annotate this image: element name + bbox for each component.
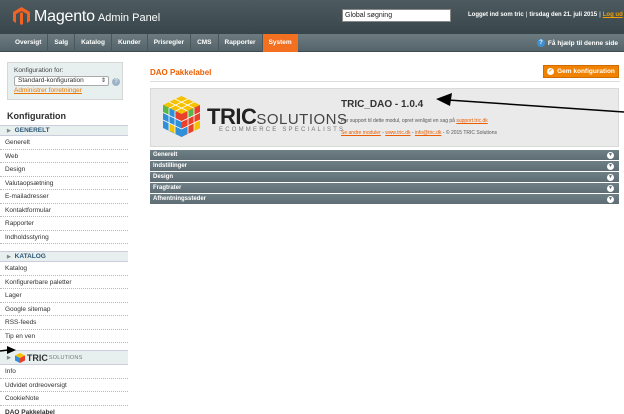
tric-cube-icon (162, 96, 201, 137)
scope-value: Standard-konfiguration (18, 77, 84, 84)
sidebar-item-rapporter[interactable]: Rapporter (0, 217, 128, 231)
scope-select[interactable]: Standard-konfiguration ⇕ (14, 76, 109, 86)
logout-link[interactable]: Log ud (603, 12, 623, 18)
brand-big: TRIC (207, 104, 257, 129)
brand-small: SOLUTIONS (256, 111, 348, 128)
scope-help-icon[interactable]: ? (112, 78, 120, 86)
brand-tagline: ECOMMERCE SPECIALISTS (219, 127, 346, 133)
tric-logo-small: TRIC SOLUTIONS (14, 351, 83, 365)
section-label: Fragtrater (153, 185, 182, 191)
module-info-box: TRICSOLUTIONS ECOMMERCE SPECIALISTS TRIC… (150, 88, 619, 147)
save-icon: ✓ (547, 68, 555, 75)
section-indstillinger[interactable]: Indstillinger ▼ (150, 161, 619, 171)
copyright: © 2015 TRIC Solutions (445, 130, 497, 136)
module-links: Se andre moduler - www.tric.dk - info@tr… (341, 130, 497, 136)
magento-logo[interactable]: Magento Admin Panel (13, 7, 160, 26)
section-fragtrater[interactable]: Fragtrater ▼ (150, 183, 619, 193)
nav-item-katalog[interactable]: Katalog (75, 34, 112, 52)
page-title: DAO Pakkelabel (150, 68, 212, 77)
config-sections: Generelt ▼ Indstillinger ▼ Design ▼ Frag… (150, 150, 619, 205)
sidebar-item-kontakt[interactable]: Kontaktformular (0, 204, 128, 217)
sidebar-item-dao-pakkelabel[interactable]: DAO Pakkelabel (0, 406, 128, 414)
magento-logo-icon (13, 7, 30, 25)
sidebar-title: Konfiguration (7, 111, 66, 121)
sidebar-item-tip[interactable]: Tip en ven (0, 330, 128, 343)
main-nav: Oversigt Salg Katalog Kunder Prisregler … (0, 34, 624, 52)
sidebar-item-generelt[interactable]: Generelt (0, 136, 128, 150)
tric-label-small: SOLUTIONS (48, 354, 83, 361)
nav-item-prisregler[interactable]: Prisregler (148, 34, 192, 52)
sidebar-item-email[interactable]: E-mailadresser (0, 190, 128, 204)
tric-label-big: TRIC (26, 352, 48, 363)
section-label: Indstillinger (153, 163, 188, 169)
email-link[interactable]: info@tric.dk (415, 130, 441, 136)
sidebar-item-rss[interactable]: RSS-feeds (0, 316, 128, 330)
section-label: Generelt (153, 152, 178, 158)
triangle-icon: ▶ (7, 128, 11, 134)
title-divider (150, 81, 620, 82)
app-subtitle: Admin Panel (97, 12, 161, 24)
main-content: DAO Pakkelabel ✓ Gem konfiguration TRICS… (150, 52, 624, 414)
sidebar-item-valuta[interactable]: Valutaopsætning (0, 177, 128, 190)
sidebar-item-ordreoversigt[interactable]: Udvidet ordreoversigt (0, 379, 128, 392)
section-generelt[interactable]: Generelt ▼ (150, 150, 619, 160)
tric-brand: TRICSOLUTIONS ECOMMERCE SPECIALISTS (207, 104, 348, 133)
group-label: KATALOG (14, 253, 46, 260)
sidebar-groups: ▶ GENERELT Generelt Web Design Valutaops… (0, 125, 128, 414)
header-user-info: Logget ind som tric | tirsdag den 21. juli… (468, 12, 623, 18)
manage-stores-link[interactable]: Administrer forretninger (14, 87, 122, 94)
sidebar-item-konfigurerbare[interactable]: Konfigurerbare paletter (0, 276, 128, 289)
tric-cube-icon (14, 352, 25, 363)
section-design[interactable]: Design ▼ (150, 172, 619, 182)
nav-item-oversigt[interactable]: Oversigt (9, 34, 49, 52)
sidebar-item-katalog[interactable]: Katalog (0, 262, 128, 276)
date-text: tirsdag den 21. juli 2015 (529, 12, 598, 18)
section-label: Design (153, 174, 174, 180)
sidebar-item-design[interactable]: Design (0, 163, 128, 177)
save-config-button[interactable]: ✓ Gem konfiguration (543, 65, 619, 78)
sidebar-item-info[interactable]: Info (0, 365, 128, 379)
section-label: Afhentningssteder (153, 196, 207, 202)
chevron-down-icon: ▼ (607, 162, 614, 170)
section-afhentningssteder[interactable]: Afhentningssteder ▼ (150, 194, 619, 204)
group-tric-solutions[interactable]: ▶ TRIC SOLUTIONS (0, 350, 128, 365)
module-support: For support til dette modul, opret venli… (341, 118, 488, 124)
chevron-down-icon: ⇕ (100, 78, 106, 84)
scope-switcher: Konfiguration for: Standard-konfiguratio… (7, 62, 123, 100)
support-link[interactable]: support.tric.dk (456, 118, 487, 124)
nav-item-system[interactable]: System (262, 34, 298, 52)
other-modules-link[interactable]: Se andre moduler (341, 130, 381, 136)
save-label: Gem konfiguration (557, 68, 615, 75)
chevron-down-icon: ▼ (607, 184, 614, 192)
nav-item-kunder[interactable]: Kunder (112, 34, 148, 52)
chevron-down-icon: ▼ (607, 195, 614, 203)
chevron-down-icon: ▼ (607, 151, 614, 159)
support-text: For support til dette modul, opret venli… (341, 118, 455, 124)
triangle-icon: ▶ (7, 354, 11, 361)
website-link[interactable]: www.tric.dk (385, 130, 410, 136)
group-generelt[interactable]: ▶ GENERELT (0, 125, 128, 136)
nav-item-cms[interactable]: CMS (191, 34, 219, 52)
nav-item-rapporter[interactable]: Rapporter (219, 34, 263, 52)
scope-label: Konfiguration for: (14, 67, 64, 74)
sidebar-item-web[interactable]: Web (0, 150, 128, 163)
module-name: TRIC_DAO - 1.0.4 (341, 99, 424, 110)
app-name: Magento (34, 7, 95, 25)
help-label: Få hjælp til denne side (547, 39, 618, 47)
group-katalog[interactable]: ▶ KATALOG (0, 251, 128, 262)
global-search-input[interactable]: Global søgning (342, 9, 451, 22)
nav-item-salg[interactable]: Salg (48, 34, 76, 52)
sidebar-item-lager[interactable]: Lager (0, 289, 128, 303)
triangle-icon: ▶ (7, 254, 11, 260)
admin-header: Magento Admin Panel Global søgning Logge… (0, 0, 624, 34)
sidebar-item-sitemap[interactable]: Google sitemap (0, 303, 128, 316)
chevron-down-icon: ▼ (607, 173, 614, 181)
group-label: GENERELT (14, 127, 50, 134)
logged-in-text: Logget ind som tric (468, 12, 524, 18)
sidebar-item-indhold[interactable]: Indholdsstyring (0, 231, 128, 244)
help-link[interactable]: ? Få hjælp til denne side (536, 39, 618, 47)
sidebar-item-cookienote[interactable]: CookieNote (0, 392, 128, 406)
help-icon: ? (536, 39, 545, 47)
config-sidebar: Konfiguration for: Standard-konfiguratio… (0, 52, 130, 414)
